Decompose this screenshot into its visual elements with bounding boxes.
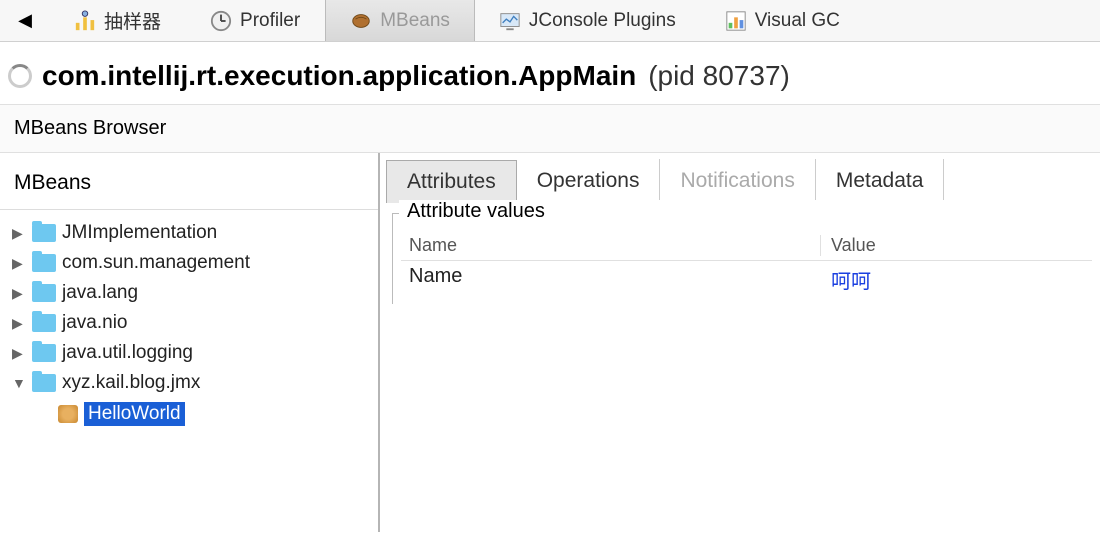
folder-icon <box>32 224 56 242</box>
folder-icon <box>32 374 56 392</box>
folder-icon <box>32 344 56 362</box>
tab-attributes[interactable]: Attributes <box>386 160 517 203</box>
tab-label: Visual GC <box>755 10 840 32</box>
attributes-table-header: Name Value <box>401 231 1092 261</box>
tab-visual-gc[interactable]: Visual GC <box>701 0 865 41</box>
tree-label: xyz.kail.blog.jmx <box>62 372 200 394</box>
table-row[interactable]: Name 呵呵 <box>401 261 1092 298</box>
tab-jconsole-plugins[interactable]: JConsole Plugins <box>475 0 701 41</box>
tab-operations[interactable]: Operations <box>517 159 661 202</box>
tree-label: com.sun.management <box>62 252 250 274</box>
tree-label: JMImplementation <box>62 222 217 244</box>
attr-name: Name <box>401 265 821 294</box>
detail-tabs: Attributes Operations Notifications Meta… <box>386 159 1100 203</box>
chevron-right-icon: ▶ <box>12 345 26 362</box>
app-pid: (pid 80737) <box>648 60 790 91</box>
folder-icon <box>32 254 56 272</box>
attributes-table: Name Value Name 呵呵 <box>393 231 1100 298</box>
tab-sampler[interactable]: 抽样器 <box>50 0 186 41</box>
chevron-right-icon: ▶ <box>12 255 26 272</box>
chevron-right-icon: ▶ <box>12 225 26 242</box>
tab-mbeans[interactable]: MBeans <box>325 0 475 41</box>
folder-icon <box>32 284 56 302</box>
clock-icon <box>210 10 232 32</box>
column-header-name[interactable]: Name <box>401 235 821 256</box>
tree-label: java.util.logging <box>62 342 193 364</box>
sampler-icon <box>74 10 96 32</box>
tree-node-jmimplementation[interactable]: ▶ JMImplementation <box>4 218 374 248</box>
column-header-value[interactable]: Value <box>821 235 1092 256</box>
chart-icon <box>725 10 747 32</box>
tab-label: JConsole Plugins <box>529 10 676 32</box>
mbeans-tree: ▶ JMImplementation ▶ com.sun.management … <box>0 210 378 438</box>
tree-node-com-sun-management[interactable]: ▶ com.sun.management <box>4 248 374 278</box>
top-tab-bar: ◀ 抽样器 Profiler MBeans JConsole Plugins V… <box>0 0 1100 42</box>
monitor-icon <box>499 10 521 32</box>
mbeans-tree-panel: MBeans ▶ JMImplementation ▶ com.sun.mana… <box>0 153 380 532</box>
tree-label: java.lang <box>62 282 138 304</box>
attr-value: 呵呵 <box>821 265 1092 294</box>
tree-label: java.nio <box>62 312 128 334</box>
bean-icon <box>350 10 372 32</box>
header: com.intellij.rt.execution.application.Ap… <box>0 42 1100 104</box>
mbean-icon <box>58 405 78 423</box>
tree-node-java-util-logging[interactable]: ▶ java.util.logging <box>4 338 374 368</box>
tree-node-java-lang[interactable]: ▶ java.lang <box>4 278 374 308</box>
tab-profiler[interactable]: Profiler <box>186 0 325 41</box>
chevron-right-icon: ▶ <box>12 285 26 302</box>
chevron-right-icon: ▶ <box>12 315 26 332</box>
tab-notifications[interactable]: Notifications <box>660 159 815 202</box>
main-panel: MBeans ▶ JMImplementation ▶ com.sun.mana… <box>0 153 1100 532</box>
folder-icon <box>32 314 56 332</box>
tree-node-java-nio[interactable]: ▶ java.nio <box>4 308 374 338</box>
app-title: com.intellij.rt.execution.application.Ap… <box>42 60 636 91</box>
back-button[interactable]: ◀ <box>0 2 50 39</box>
chevron-down-icon: ▼ <box>12 375 26 391</box>
browser-label: MBeans Browser <box>0 104 1100 153</box>
detail-panel: Attributes Operations Notifications Meta… <box>380 153 1100 532</box>
tab-label: 抽样器 <box>104 7 161 34</box>
spinner-icon <box>8 64 32 88</box>
tab-label: Profiler <box>240 10 300 32</box>
tree-label: HelloWorld <box>84 402 185 426</box>
tree-node-xyz-kail-blog-jmx[interactable]: ▼ xyz.kail.blog.jmx <box>4 368 374 398</box>
tab-label: MBeans <box>380 10 450 32</box>
tree-node-helloworld[interactable]: HelloWorld <box>4 398 374 430</box>
fieldset-legend: Attribute values <box>399 200 1100 223</box>
mbeans-tree-header: MBeans <box>0 161 378 210</box>
attribute-values-fieldset: Attribute values Name Value Name 呵呵 <box>392 213 1100 304</box>
tab-metadata[interactable]: Metadata <box>816 159 945 202</box>
